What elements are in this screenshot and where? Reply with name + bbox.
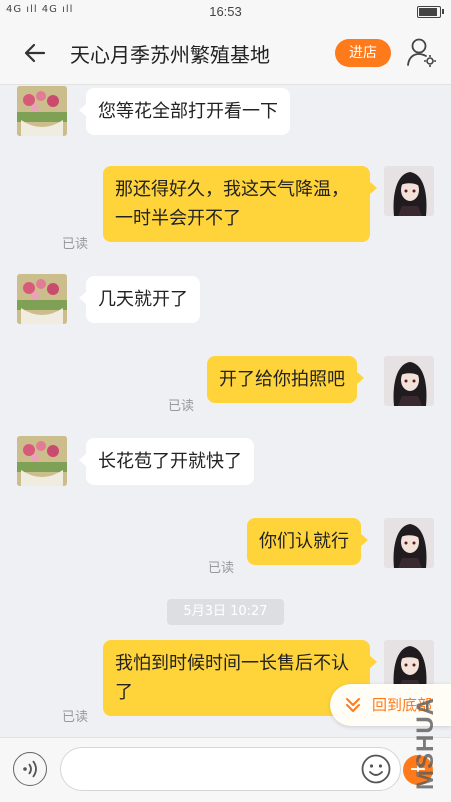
voice-button[interactable]	[13, 752, 47, 786]
enter-shop-button[interactable]: 进店	[335, 39, 391, 67]
chat-header: 天心月季苏州繁殖基地 进店	[0, 22, 451, 85]
status-bar: 4G ıll 4G ıll 16:53	[0, 0, 451, 22]
chat-timestamp: 5月3日 10:27	[167, 599, 284, 625]
status-time: 16:53	[209, 4, 242, 19]
message-bubble: 几天就开了	[79, 276, 200, 323]
watermark: MSHUA	[412, 697, 439, 790]
message-input[interactable]	[60, 747, 401, 791]
message-bubble: 那还得好久，我这天气降温，一时半会开不了	[103, 166, 377, 242]
back-arrow-icon[interactable]	[18, 36, 52, 70]
voice-icon	[23, 760, 37, 778]
double-chevron-down-icon	[346, 698, 360, 712]
read-status: 已读	[208, 561, 235, 576]
my-avatar[interactable]	[384, 166, 434, 216]
my-avatar[interactable]	[384, 356, 434, 406]
shop-avatar[interactable]	[17, 86, 67, 136]
battery-icon	[417, 6, 444, 18]
input-bar: +	[0, 737, 451, 802]
message-bubble: 开了给你拍照吧	[207, 356, 364, 403]
read-status: 已读	[62, 237, 89, 252]
read-status: 已读	[62, 710, 89, 725]
my-avatar[interactable]	[384, 518, 434, 568]
message-bubble: 你们认就行	[247, 518, 368, 565]
read-status: 已读	[168, 399, 195, 414]
message-bubble: 长花苞了开就快了	[79, 438, 254, 485]
shop-avatar[interactable]	[17, 436, 67, 486]
shop-avatar[interactable]	[17, 274, 67, 324]
message-bubble: 您等花全部打开看一下	[79, 88, 290, 135]
user-gear-icon[interactable]	[404, 35, 438, 69]
my-avatar[interactable]	[384, 640, 434, 690]
smiley-icon[interactable]	[360, 753, 392, 785]
chat-title: 天心月季苏州繁殖基地	[70, 43, 270, 67]
